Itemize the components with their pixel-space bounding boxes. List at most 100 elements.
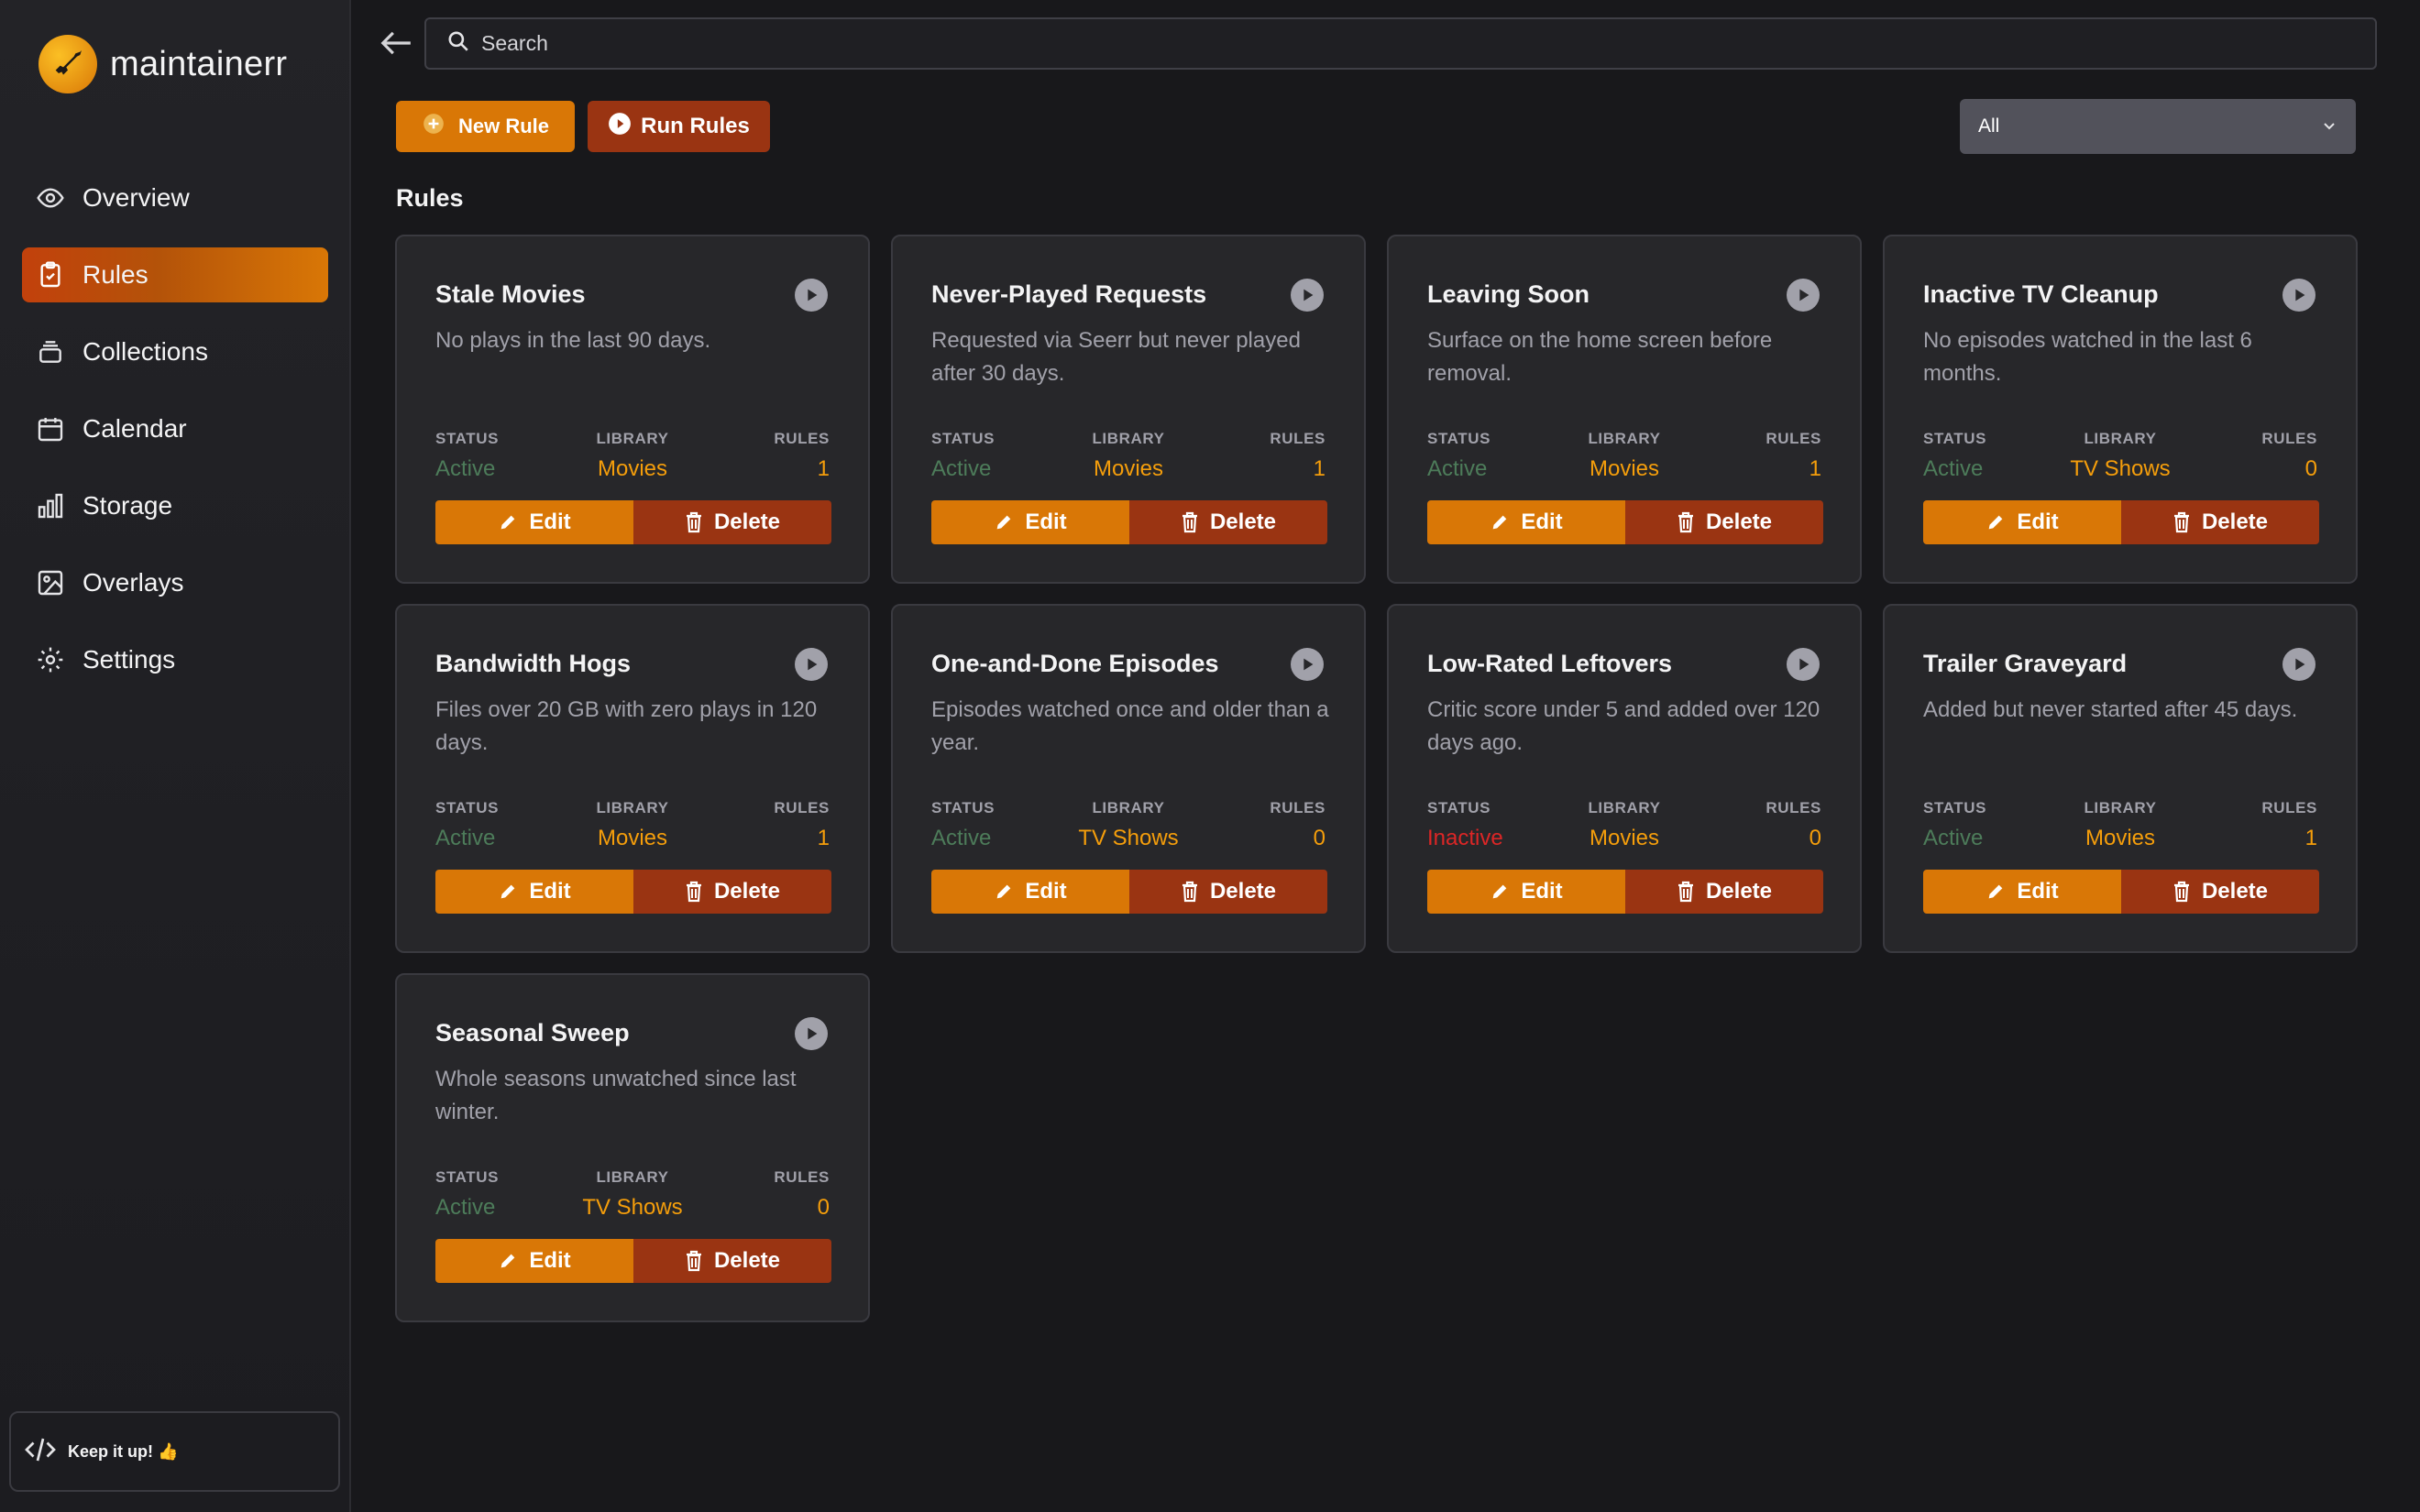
rules-column: RULES 1 xyxy=(1270,430,1326,482)
sidebar-item-label: Calendar xyxy=(82,414,187,443)
image-icon xyxy=(35,567,66,598)
run-rule-button[interactable] xyxy=(2282,648,2316,681)
rules-label: RULES xyxy=(774,799,830,816)
sidebar-item-label: Overview xyxy=(82,183,190,212)
edit-button[interactable]: Edit xyxy=(1427,870,1625,914)
delete-button[interactable]: Delete xyxy=(633,500,831,544)
search-icon xyxy=(446,29,470,58)
library-column: LIBRARY Movies xyxy=(435,799,830,851)
delete-label: Delete xyxy=(1209,509,1277,534)
rules-label: RULES xyxy=(1766,430,1821,447)
sidebar-item-label: Rules xyxy=(82,260,148,289)
edit-button[interactable]: Edit xyxy=(435,870,633,914)
new-rule-button[interactable]: New Rule xyxy=(396,101,575,152)
library-label: LIBRARY xyxy=(2084,799,2157,816)
rule-description: Files over 20 GB with zero plays in 120 … xyxy=(435,697,818,755)
edit-button[interactable]: Edit xyxy=(931,500,1129,544)
edit-label: Edit xyxy=(529,509,571,534)
rule-title: Bandwidth Hogs xyxy=(435,650,631,677)
rule-meta: STATUS Active LIBRARY TV Shows RULES 0 xyxy=(435,1168,830,1223)
sidebar-item-overlays[interactable]: Overlays xyxy=(22,555,328,610)
run-rule-button[interactable] xyxy=(1291,648,1324,681)
search-bar xyxy=(424,17,2377,70)
rule-card-buttons: Edit Delete xyxy=(435,1239,831,1283)
library-label: LIBRARY xyxy=(1588,430,1661,447)
back-button[interactable] xyxy=(373,24,419,66)
play-icon xyxy=(1799,658,1810,671)
delete-label: Delete xyxy=(1705,509,1773,534)
library-value: Movies xyxy=(597,456,668,481)
edit-label: Edit xyxy=(1025,879,1067,904)
rule-description: Whole seasons unwatched since last winte… xyxy=(435,1067,797,1124)
edit-label: Edit xyxy=(2017,879,2059,904)
delete-label: Delete xyxy=(1705,879,1773,904)
rule-card-buttons: Edit Delete xyxy=(435,500,831,544)
delete-button[interactable]: Delete xyxy=(633,870,831,914)
sidebar-item-collections[interactable]: Collections xyxy=(22,324,328,379)
run-rules-button[interactable]: Run Rules xyxy=(588,101,770,152)
run-rule-button[interactable] xyxy=(795,279,828,312)
play-circle-icon xyxy=(608,112,632,142)
delete-button[interactable]: Delete xyxy=(1625,870,1823,914)
rule-card: Trailer Graveyard Added but never starte… xyxy=(1883,604,2358,953)
rule-title: Leaving Soon xyxy=(1427,280,1590,308)
rule-card: Inactive TV Cleanup No episodes watched … xyxy=(1883,235,2358,584)
library-column: LIBRARY TV Shows xyxy=(435,1168,830,1221)
rule-card-buttons: Edit Delete xyxy=(931,870,1327,914)
delete-label: Delete xyxy=(713,509,781,534)
rule-actions: New Rule Run Rules xyxy=(396,101,770,152)
rule-meta: STATUS Active LIBRARY Movies RULES 1 xyxy=(435,799,830,854)
run-rule-button[interactable] xyxy=(1291,279,1324,312)
trash-icon xyxy=(686,511,701,533)
sidebar-item-label: Settings xyxy=(82,645,176,674)
library-label: LIBRARY xyxy=(596,799,669,816)
delete-label: Delete xyxy=(713,1248,781,1273)
footer-message[interactable]: Keep it up! 👍 xyxy=(9,1411,340,1492)
rules-count: 1 xyxy=(1809,456,1821,481)
rules-count: 1 xyxy=(1313,456,1326,481)
edit-button[interactable]: Edit xyxy=(435,500,633,544)
edit-button[interactable]: Edit xyxy=(1923,870,2121,914)
rules-grid: Stale Movies No plays in the last 90 day… xyxy=(395,235,2358,1322)
run-rule-button[interactable] xyxy=(1787,648,1820,681)
rules-label: RULES xyxy=(774,430,830,447)
search-input[interactable] xyxy=(481,31,2375,56)
delete-button[interactable]: Delete xyxy=(2121,870,2319,914)
sidebar-item-overview[interactable]: Overview xyxy=(22,170,328,225)
play-icon xyxy=(808,1027,818,1040)
calendar-icon xyxy=(35,413,66,444)
delete-button[interactable]: Delete xyxy=(1129,870,1327,914)
trash-icon xyxy=(1182,511,1197,533)
run-rule-button[interactable] xyxy=(2282,279,2316,312)
sidebar-item-settings[interactable]: Settings xyxy=(22,632,328,687)
run-rule-button[interactable] xyxy=(795,1017,828,1050)
edit-button[interactable]: Edit xyxy=(435,1239,633,1283)
footer-text: Keep it up! 👍 xyxy=(68,1441,179,1461)
rule-card-buttons: Edit Delete xyxy=(931,500,1327,544)
sidebar-item-calendar[interactable]: Calendar xyxy=(22,401,328,456)
library-label: LIBRARY xyxy=(1092,430,1165,447)
new-rule-label: New Rule xyxy=(457,115,550,137)
rule-title: Low-Rated Leftovers xyxy=(1427,650,1673,677)
sidebar: maintainerr Overview Rules Collections C… xyxy=(0,0,351,1512)
edit-button[interactable]: Edit xyxy=(1923,500,2121,544)
edit-button[interactable]: Edit xyxy=(1427,500,1625,544)
gear-icon xyxy=(35,644,66,675)
edit-label: Edit xyxy=(2017,509,2059,534)
edit-button[interactable]: Edit xyxy=(931,870,1129,914)
rule-card: Bandwidth Hogs Files over 20 GB with zer… xyxy=(395,604,870,953)
sidebar-item-rules[interactable]: Rules xyxy=(22,247,328,302)
rule-meta: STATUS Active LIBRARY Movies RULES 1 xyxy=(1923,799,2317,854)
delete-button[interactable]: Delete xyxy=(1129,500,1327,544)
delete-button[interactable]: Delete xyxy=(2121,500,2319,544)
run-rule-button[interactable] xyxy=(1787,279,1820,312)
library-filter-select[interactable]: All xyxy=(1960,99,2356,154)
rules-column: RULES 1 xyxy=(1766,430,1821,482)
sidebar-item-storage[interactable]: Storage xyxy=(22,478,328,533)
run-rule-button[interactable] xyxy=(795,648,828,681)
delete-button[interactable]: Delete xyxy=(1625,500,1823,544)
library-value: Movies xyxy=(1093,456,1164,481)
rules-column: RULES 1 xyxy=(774,430,830,482)
delete-button[interactable]: Delete xyxy=(633,1239,831,1283)
brand[interactable]: maintainerr xyxy=(38,35,287,93)
